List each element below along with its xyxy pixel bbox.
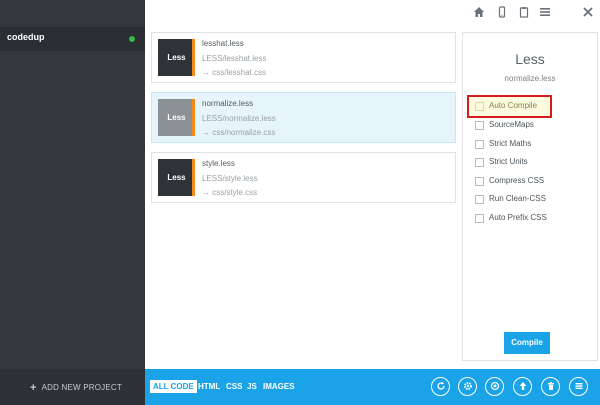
panel-title: Less [515, 51, 545, 67]
option-compress-css[interactable]: Compress CSS [475, 174, 595, 190]
option-label: Strict Maths [489, 139, 532, 148]
option-strict-maths[interactable]: Strict Maths [475, 137, 595, 153]
bottom-bar: ALL CODE HTML CSS JS IMAGES [145, 369, 600, 405]
file-item-style[interactable]: Less style.less LESS/style.less → css/st… [151, 152, 456, 203]
upload-icon[interactable] [513, 377, 532, 396]
option-label: Run Clean-CSS [489, 194, 546, 203]
plus-icon: + [30, 382, 37, 394]
option-label: Auto Prefix CSS [489, 213, 547, 222]
add-project-label: ADD NEW PROJECT [41, 383, 122, 392]
mobile-icon[interactable] [495, 6, 509, 20]
checkbox[interactable] [475, 214, 484, 223]
file-output-path: → css/lesshat.css [202, 68, 267, 77]
file-item-lesshat[interactable]: Less lesshat.less LESS/lesshat.less → cs… [151, 32, 456, 83]
checkbox[interactable] [475, 195, 484, 204]
filter-html[interactable]: HTML [198, 382, 220, 391]
home-icon[interactable] [472, 6, 486, 20]
file-name: lesshat.less [202, 39, 244, 48]
add-project: + ADD NEW PROJECT [30, 381, 122, 394]
status-dot-icon [129, 36, 135, 42]
trash-icon[interactable] [541, 377, 560, 396]
preview-icon[interactable] [485, 377, 504, 396]
file-name: style.less [202, 159, 235, 168]
file-source-path: LESS/lesshat.less [202, 54, 267, 63]
option-label: SourceMaps [489, 120, 534, 129]
file-item-normalize[interactable]: Less normalize.less LESS/normalize.less … [151, 92, 456, 143]
option-run-clean-css[interactable]: Run Clean-CSS [475, 192, 595, 208]
file-name: normalize.less [202, 99, 254, 108]
refresh-icon[interactable] [431, 377, 450, 396]
option-auto-compile[interactable]: Auto Compile [475, 99, 595, 115]
menu-icon[interactable] [538, 6, 552, 20]
settings-icon[interactable] [458, 377, 477, 396]
less-badge-icon: Less [158, 99, 195, 136]
checkbox[interactable] [475, 102, 484, 111]
filter-js[interactable]: JS [247, 382, 257, 391]
close-icon[interactable] [581, 6, 595, 20]
option-strict-units[interactable]: Strict Units [475, 155, 595, 171]
file-source-path: LESS/style.less [202, 174, 258, 183]
clipboard-icon[interactable] [517, 6, 531, 20]
filter-css[interactable]: CSS [226, 382, 242, 391]
compile-button[interactable]: Compile [504, 332, 550, 354]
option-auto-prefix-css[interactable]: Auto Prefix CSS [475, 211, 595, 227]
less-badge-icon: Less [158, 159, 195, 196]
project-item[interactable]: codedup [0, 27, 145, 51]
app-window: codedup + ADD NEW PROJECT Less lesshat.le… [0, 0, 600, 405]
filter-all-code[interactable]: ALL CODE [150, 380, 197, 393]
top-toolbar [145, 0, 600, 27]
checkbox[interactable] [475, 121, 484, 130]
add-project-button[interactable]: + ADD NEW PROJECT [0, 369, 145, 405]
option-sourcemaps[interactable]: SourceMaps [475, 118, 595, 134]
project-name: codedup [7, 32, 45, 42]
checkbox[interactable] [475, 177, 484, 186]
file-settings-panel: Less normalize.less Auto Compile SourceM… [462, 32, 598, 361]
option-label: Compress CSS [489, 176, 545, 185]
option-label: Auto Compile [489, 101, 538, 110]
checkbox[interactable] [475, 140, 484, 149]
filter-images[interactable]: IMAGES [263, 382, 295, 391]
sidebar: codedup + ADD NEW PROJECT [0, 0, 145, 405]
panel-subtitle: normalize.less [504, 74, 556, 83]
file-output-path: → css/style.css [202, 188, 258, 197]
file-source-path: LESS/normalize.less [202, 114, 276, 123]
checkbox[interactable] [475, 158, 484, 167]
less-badge-icon: Less [158, 39, 195, 76]
list-icon[interactable] [569, 377, 588, 396]
option-label: Strict Units [489, 157, 528, 166]
file-output-path: → css/normalize.css [202, 128, 276, 137]
